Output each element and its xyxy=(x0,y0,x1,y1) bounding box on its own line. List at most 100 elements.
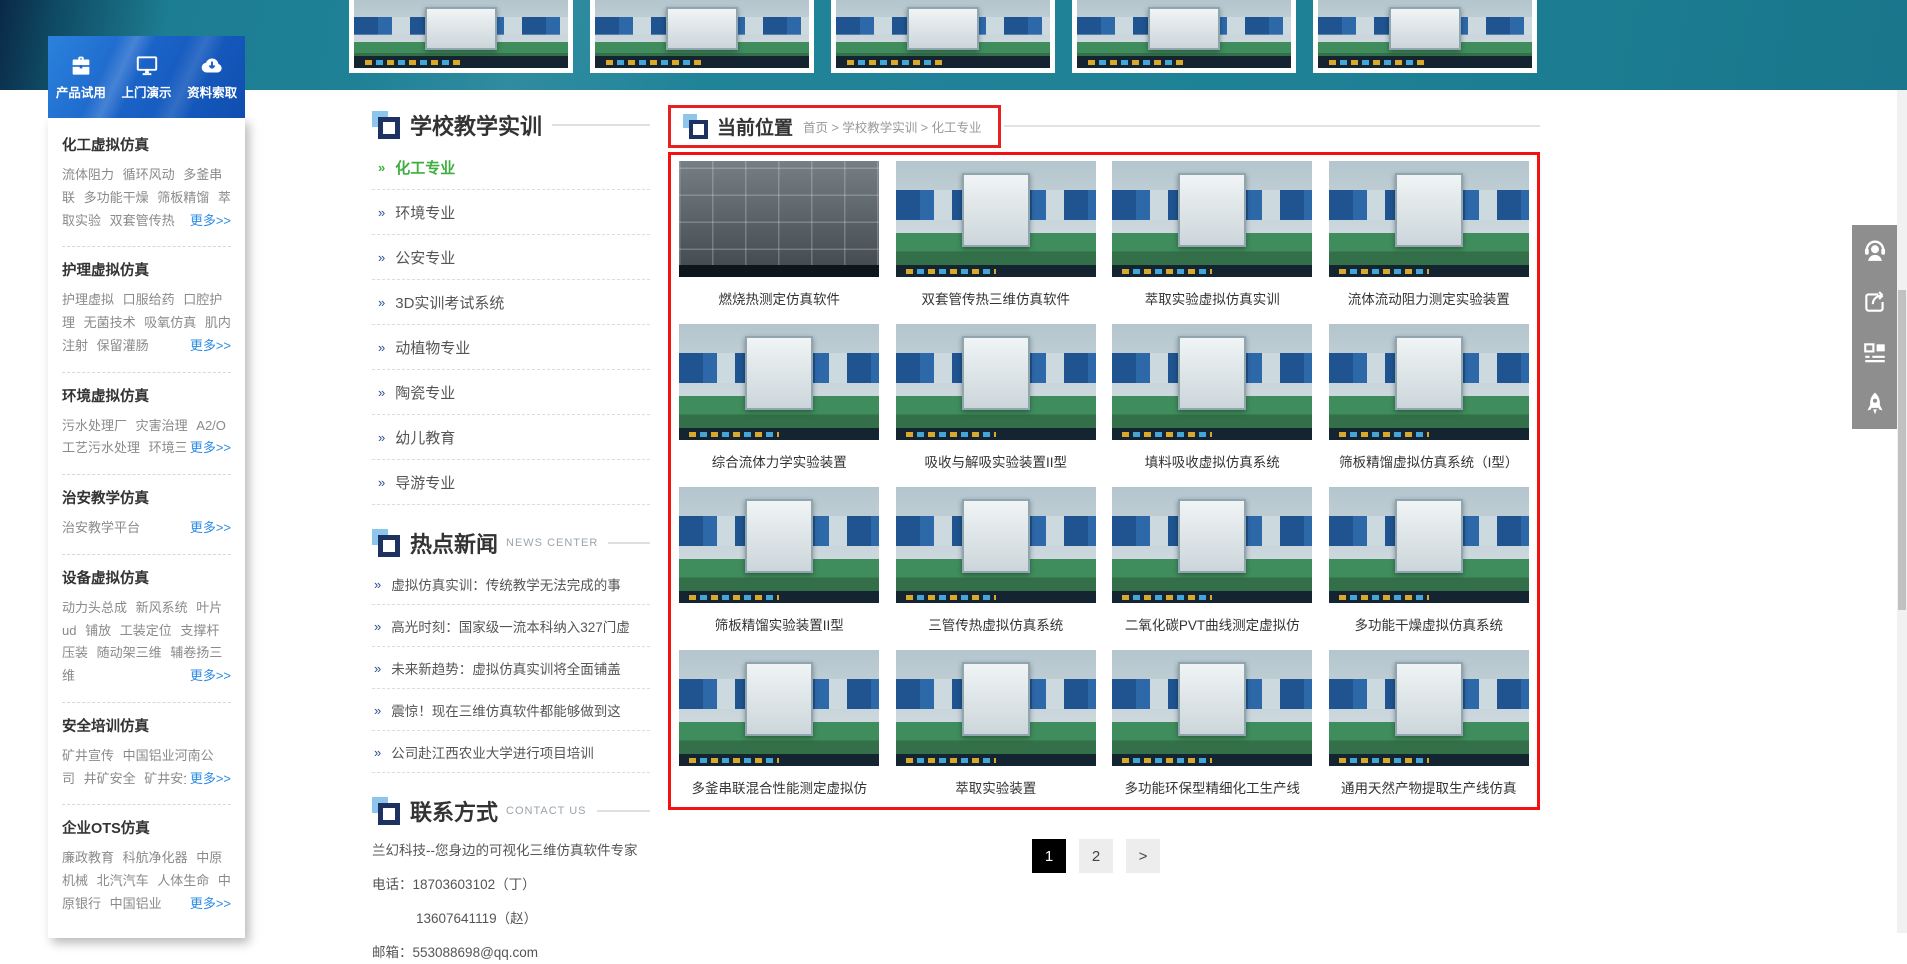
more-link[interactable]: 更多>> xyxy=(186,517,231,540)
scrollbar-thumb[interactable] xyxy=(1898,290,1906,610)
news-list: »虚拟仿真实训：传统教学无法完成的事 »高光时刻：国家级一流本科纳入327门虚 … xyxy=(372,563,650,773)
sidebar-section-title[interactable]: 设备虚拟仿真 xyxy=(62,567,231,588)
sidebar-link[interactable]: 吸氧仿真 xyxy=(144,315,196,330)
gallery-thumb[interactable] xyxy=(1072,0,1296,73)
customer-service-button[interactable] xyxy=(1852,225,1898,276)
sidebar-link[interactable]: 无菌技术 xyxy=(84,315,136,330)
more-link[interactable]: 更多>> xyxy=(186,893,231,916)
sidebar-link[interactable]: 井矿安全 xyxy=(84,771,136,786)
product-card[interactable]: 萃取实验虚拟仿真实训 xyxy=(1104,159,1321,322)
more-link[interactable]: 更多>> xyxy=(186,768,231,791)
sidebar-link[interactable]: 口服给药 xyxy=(123,292,175,307)
chevron-right-icon: » xyxy=(378,250,385,265)
pagination: 1 2 > xyxy=(1032,839,1160,873)
gallery-thumb[interactable] xyxy=(1313,0,1537,73)
gallery-thumb[interactable] xyxy=(831,0,1055,73)
onsite-demo-button[interactable]: 上门演示 xyxy=(114,53,180,101)
sidebar-link[interactable]: 人体生命 xyxy=(157,873,209,888)
product-grid-panel: 燃烧热测定仿真软件 双套管传热三维仿真软件 萃取实验虚拟仿真实训 流体流动阻力测… xyxy=(668,152,1540,810)
more-link[interactable]: 更多>> xyxy=(186,210,231,233)
sidebar-link[interactable]: 循环风动 xyxy=(123,167,175,182)
sidebar-link[interactable]: 灾害治理 xyxy=(136,418,188,433)
product-caption: 通用天然产物提取生产线仿真 xyxy=(1321,777,1538,797)
gallery-thumb[interactable] xyxy=(349,0,573,73)
sidebar-link[interactable]: 工装定位 xyxy=(120,623,172,638)
sidebar-section-title[interactable]: 化工虚拟仿真 xyxy=(62,134,231,155)
sidebar-link[interactable]: 科航净化器 xyxy=(123,850,188,865)
nav-item-label: 公安专业 xyxy=(395,247,455,268)
sidebar-link[interactable]: 北汽汽车 xyxy=(97,873,149,888)
sidebar-section-title[interactable]: 企业OTS仿真 xyxy=(62,817,231,838)
product-card[interactable]: 填料吸收虚拟仿真系统 xyxy=(1104,322,1321,485)
sidebar-section-title[interactable]: 环境虚拟仿真 xyxy=(62,385,231,406)
catalog-button[interactable] xyxy=(1852,327,1898,378)
product-card[interactable]: 萃取实验装置 xyxy=(888,648,1105,811)
sidebar-link[interactable]: 矿井宣传 xyxy=(62,748,114,763)
news-item[interactable]: »高光时刻：国家级一流本科纳入327门虚 xyxy=(372,605,650,647)
sidebar-link[interactable]: 护理虚拟 xyxy=(62,292,114,307)
news-item[interactable]: »未来新趋势：虚拟仿真实训将全面铺盖 xyxy=(372,647,650,689)
page-button-1[interactable]: 1 xyxy=(1032,839,1066,873)
news-item[interactable]: »震惊！现在三维仿真软件都能够做到这 xyxy=(372,689,650,731)
sidebar-link[interactable]: 双套管传热 xyxy=(110,213,175,228)
more-link[interactable]: 更多>> xyxy=(186,437,231,460)
nav-item-ceramics[interactable]: »陶瓷专业 xyxy=(372,370,650,415)
divider xyxy=(1004,125,1540,127)
product-card[interactable]: 双套管传热三维仿真软件 xyxy=(888,159,1105,322)
request-materials-button[interactable]: 资料索取 xyxy=(179,53,245,101)
product-card[interactable]: 筛板精馏虚拟仿真系统（I型） xyxy=(1321,322,1538,485)
more-link[interactable]: 更多>> xyxy=(186,335,231,358)
product-card[interactable]: 流体流动阻力测定实验装置 xyxy=(1321,159,1538,322)
sidebar-link[interactable]: 多功能干燥 xyxy=(84,190,149,205)
nav-item-zoology[interactable]: »动植物专业 xyxy=(372,325,650,370)
product-card[interactable]: 多功能环保型精细化工生产线 xyxy=(1104,648,1321,811)
news-item[interactable]: »虚拟仿真实训：传统教学无法完成的事 xyxy=(372,563,650,605)
sidebar-section-title[interactable]: 安全培训仿真 xyxy=(62,715,231,736)
sidebar-link[interactable]: 廉政教育 xyxy=(62,850,114,865)
product-card[interactable]: 筛板精馏实验装置II型 xyxy=(671,485,888,648)
sidebar-link[interactable]: 筛板精馏 xyxy=(157,190,209,205)
divider xyxy=(552,124,650,126)
product-card[interactable]: 三管传热虚拟仿真系统 xyxy=(888,485,1105,648)
sidebar-link[interactable]: 治安教学平台 xyxy=(62,520,140,535)
nav-item-environment[interactable]: »环境专业 xyxy=(372,190,650,235)
nav-item-police[interactable]: » 公安专业 xyxy=(372,235,650,280)
gallery-thumb[interactable] xyxy=(590,0,814,73)
nav-item-childhood[interactable]: »幼儿教育 xyxy=(372,415,650,460)
product-card[interactable]: 多釜串联混合性能测定虚拟仿 xyxy=(671,648,888,811)
nav-item-3d-exam[interactable]: »3D实训考试系统 xyxy=(372,280,650,325)
product-card[interactable]: 二氧化碳PVT曲线测定虚拟仿 xyxy=(1104,485,1321,648)
product-trial-button[interactable]: 产品试用 xyxy=(48,53,114,101)
product-card[interactable]: 综合流体力学实验装置 xyxy=(671,322,888,485)
sidebar-link[interactable]: 随动架三维 xyxy=(97,645,162,660)
promo-label: 产品试用 xyxy=(48,82,114,101)
share-button[interactable] xyxy=(1852,276,1898,327)
product-card[interactable]: 多功能干燥虚拟仿真系统 xyxy=(1321,485,1538,648)
sidebar-link[interactable]: 保留灌肠 xyxy=(97,338,149,353)
back-to-top-button[interactable] xyxy=(1852,378,1898,429)
news-item[interactable]: »公司赴江西农业大学进行项目培训 xyxy=(372,731,650,773)
product-caption: 筛板精馏虚拟仿真系统（I型） xyxy=(1321,451,1538,471)
nav-item-tour-guide[interactable]: »导游专业 xyxy=(372,460,650,505)
sidebar-section-title[interactable]: 护理虚拟仿真 xyxy=(62,259,231,280)
product-card[interactable]: 燃烧热测定仿真软件 xyxy=(671,159,888,322)
sidebar-link[interactable]: 流体阻力 xyxy=(62,167,114,182)
divider xyxy=(608,542,650,544)
nav-item-chemical[interactable]: »化工专业 xyxy=(372,145,650,190)
sidebar-link[interactable]: 新风系统 xyxy=(136,600,188,615)
promo-box: 产品试用 上门演示 资料索取 xyxy=(48,36,245,118)
product-image xyxy=(679,161,879,277)
sidebar-section-title[interactable]: 治安教学仿真 xyxy=(62,487,231,508)
sidebar-link[interactable]: 铺放 xyxy=(85,623,111,638)
product-card[interactable]: 吸收与解吸实验装置II型 xyxy=(888,322,1105,485)
breadcrumb-path[interactable]: 首页 > 学校教学实训 > 化工专业 xyxy=(803,117,982,136)
sidebar-link[interactable]: 动力头总成 xyxy=(62,600,127,615)
product-card[interactable]: 通用天然产物提取生产线仿真 xyxy=(1321,648,1538,811)
page-next-button[interactable]: > xyxy=(1126,839,1160,873)
scrollbar[interactable] xyxy=(1897,90,1907,933)
more-link[interactable]: 更多>> xyxy=(186,665,231,688)
sidebar-link[interactable]: 中国铝业 xyxy=(110,896,162,911)
page-button-2[interactable]: 2 xyxy=(1079,839,1113,873)
sidebar-section: 设备虚拟仿真 动力头总成 新风系统 叶片ud 铺放 工装定位 支撑杆压装 随动架… xyxy=(62,555,231,703)
sidebar-link[interactable]: 污水处理厂 xyxy=(62,418,127,433)
